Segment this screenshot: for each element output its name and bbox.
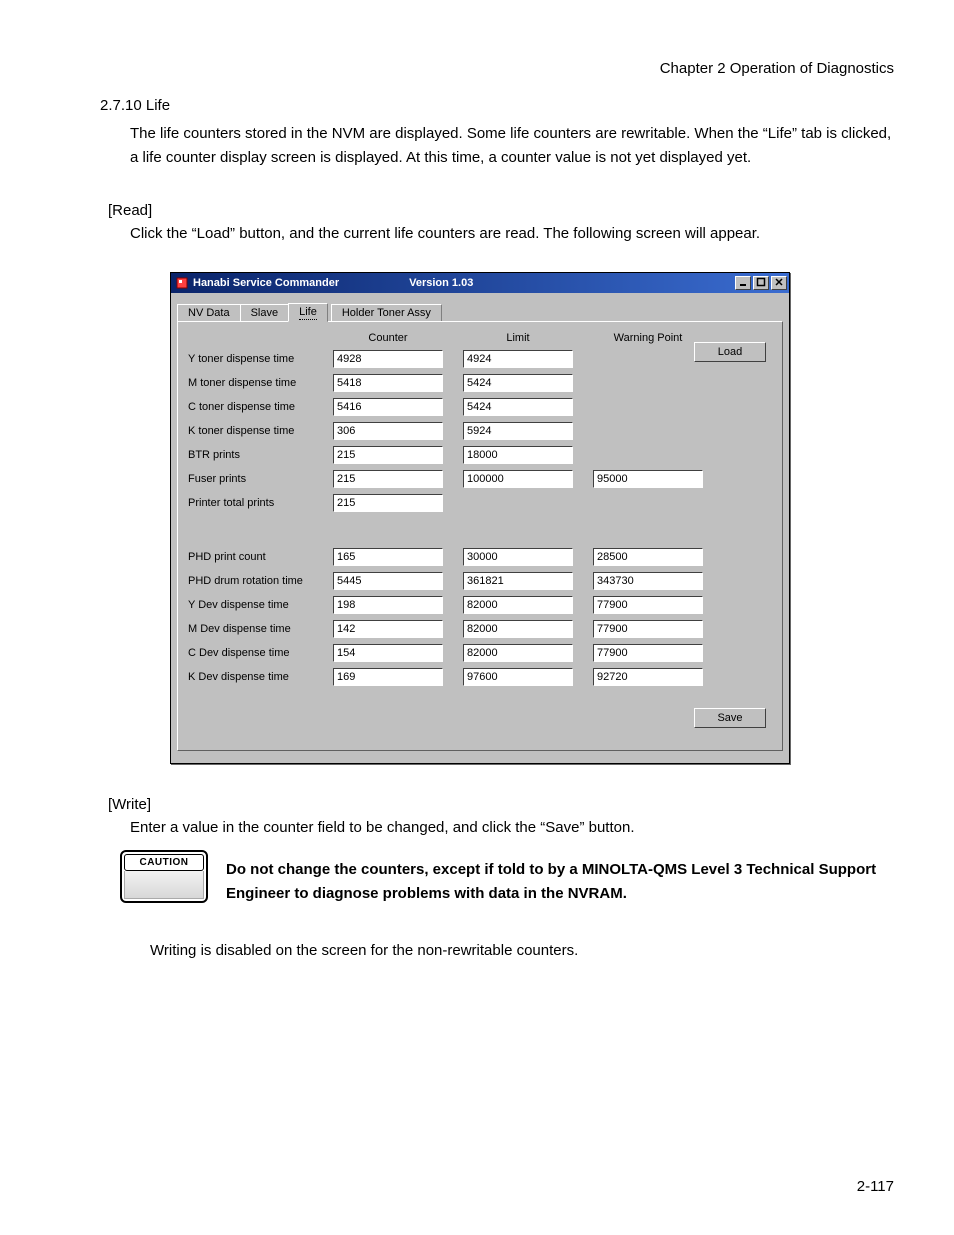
titlebar: Hanabi Service Commander Version 1.03 xyxy=(171,273,789,293)
write-body: Enter a value in the counter field to be… xyxy=(130,819,894,836)
row-label: Y toner dispense time xyxy=(188,353,333,365)
limit-input[interactable] xyxy=(463,668,573,686)
limit-input[interactable] xyxy=(463,572,573,590)
limit-input[interactable] xyxy=(463,350,573,368)
maximize-button[interactable] xyxy=(753,276,769,290)
limit-input[interactable] xyxy=(463,620,573,638)
counter-input[interactable] xyxy=(333,446,443,464)
row-label: K toner dispense time xyxy=(188,425,333,437)
warning-input[interactable] xyxy=(593,572,703,590)
load-button[interactable]: Load xyxy=(694,342,766,362)
counter-input[interactable] xyxy=(333,494,443,512)
row-label: C toner dispense time xyxy=(188,401,333,413)
life-grid: Counter Limit Warning Point Y toner dispens… xyxy=(188,332,772,686)
page-number: 2-117 xyxy=(857,1178,894,1195)
limit-input[interactable] xyxy=(463,374,573,392)
close-button[interactable] xyxy=(771,276,787,290)
tab-strip: NV Data Slave Life Holder Toner Assy xyxy=(177,299,783,321)
tab-life[interactable]: Life xyxy=(288,303,328,322)
minimize-button[interactable] xyxy=(735,276,751,290)
tab-label: Holder Toner Assy xyxy=(342,307,431,319)
counter-input[interactable] xyxy=(333,596,443,614)
app-window: Hanabi Service Commander Version 1.03 NV… xyxy=(170,272,790,764)
warning-input[interactable] xyxy=(593,596,703,614)
tab-label: Slave xyxy=(251,307,279,319)
counter-input[interactable] xyxy=(333,572,443,590)
counter-input[interactable] xyxy=(333,398,443,416)
counter-input[interactable] xyxy=(333,620,443,638)
warning-input[interactable] xyxy=(593,668,703,686)
counter-input[interactable] xyxy=(333,470,443,488)
counter-input[interactable] xyxy=(333,374,443,392)
caution-icon: CAUTION xyxy=(120,850,208,903)
counter-input[interactable] xyxy=(333,668,443,686)
counter-input[interactable] xyxy=(333,422,443,440)
limit-input[interactable] xyxy=(463,446,573,464)
row-label: PHD print count xyxy=(188,551,333,563)
write-heading: [Write] xyxy=(108,796,894,813)
tab-nv-data[interactable]: NV Data xyxy=(177,304,241,322)
row-label: Fuser prints xyxy=(188,473,333,485)
row-label: M toner dispense time xyxy=(188,377,333,389)
row-label: BTR prints xyxy=(188,449,333,461)
row-label: Printer total prints xyxy=(188,497,333,509)
limit-input[interactable] xyxy=(463,548,573,566)
app-icon xyxy=(175,276,189,290)
limit-input[interactable] xyxy=(463,596,573,614)
column-header-counter: Counter xyxy=(333,332,443,344)
warning-input[interactable] xyxy=(593,470,703,488)
column-header-limit: Limit xyxy=(463,332,573,344)
counter-input[interactable] xyxy=(333,644,443,662)
after-caution-text: Writing is disabled on the screen for th… xyxy=(150,942,894,959)
client-area: NV Data Slave Life Holder Toner Assy Load S… xyxy=(171,293,789,763)
limit-input[interactable] xyxy=(463,644,573,662)
chapter-header: Chapter 2 Operation of Diagnostics xyxy=(60,60,894,77)
warning-input[interactable] xyxy=(593,620,703,638)
tab-slave[interactable]: Slave xyxy=(240,304,290,322)
counter-input[interactable] xyxy=(333,350,443,368)
read-body: Click the “Load” button, and the current… xyxy=(130,225,894,242)
caution-text: Do not change the counters, except if to… xyxy=(226,850,894,906)
row-label: K Dev dispense time xyxy=(188,671,333,683)
tab-label: NV Data xyxy=(188,307,230,319)
limit-input[interactable] xyxy=(463,398,573,416)
row-label: M Dev dispense time xyxy=(188,623,333,635)
caution-label: CAUTION xyxy=(124,854,204,871)
window-title: Hanabi Service Commander xyxy=(193,277,339,289)
tab-label: Life xyxy=(299,306,317,320)
row-label: Y Dev dispense time xyxy=(188,599,333,611)
read-heading: [Read] xyxy=(108,202,894,219)
column-header-warning: Warning Point xyxy=(593,332,703,344)
warning-input[interactable] xyxy=(593,548,703,566)
window-version: Version 1.03 xyxy=(409,277,473,289)
warning-input[interactable] xyxy=(593,644,703,662)
section-body: The life counters stored in the NVM are … xyxy=(130,122,894,170)
row-label: PHD drum rotation time xyxy=(188,575,333,587)
limit-input[interactable] xyxy=(463,470,573,488)
save-button[interactable]: Save xyxy=(694,708,766,728)
limit-input[interactable] xyxy=(463,422,573,440)
row-label: C Dev dispense time xyxy=(188,647,333,659)
counter-input[interactable] xyxy=(333,548,443,566)
tab-panel-life: Load Save Counter Limit Warning Point Y ton… xyxy=(177,321,783,751)
section-heading: 2.7.10 Life xyxy=(100,97,894,114)
tab-holder-toner-assy[interactable]: Holder Toner Assy xyxy=(331,304,442,322)
